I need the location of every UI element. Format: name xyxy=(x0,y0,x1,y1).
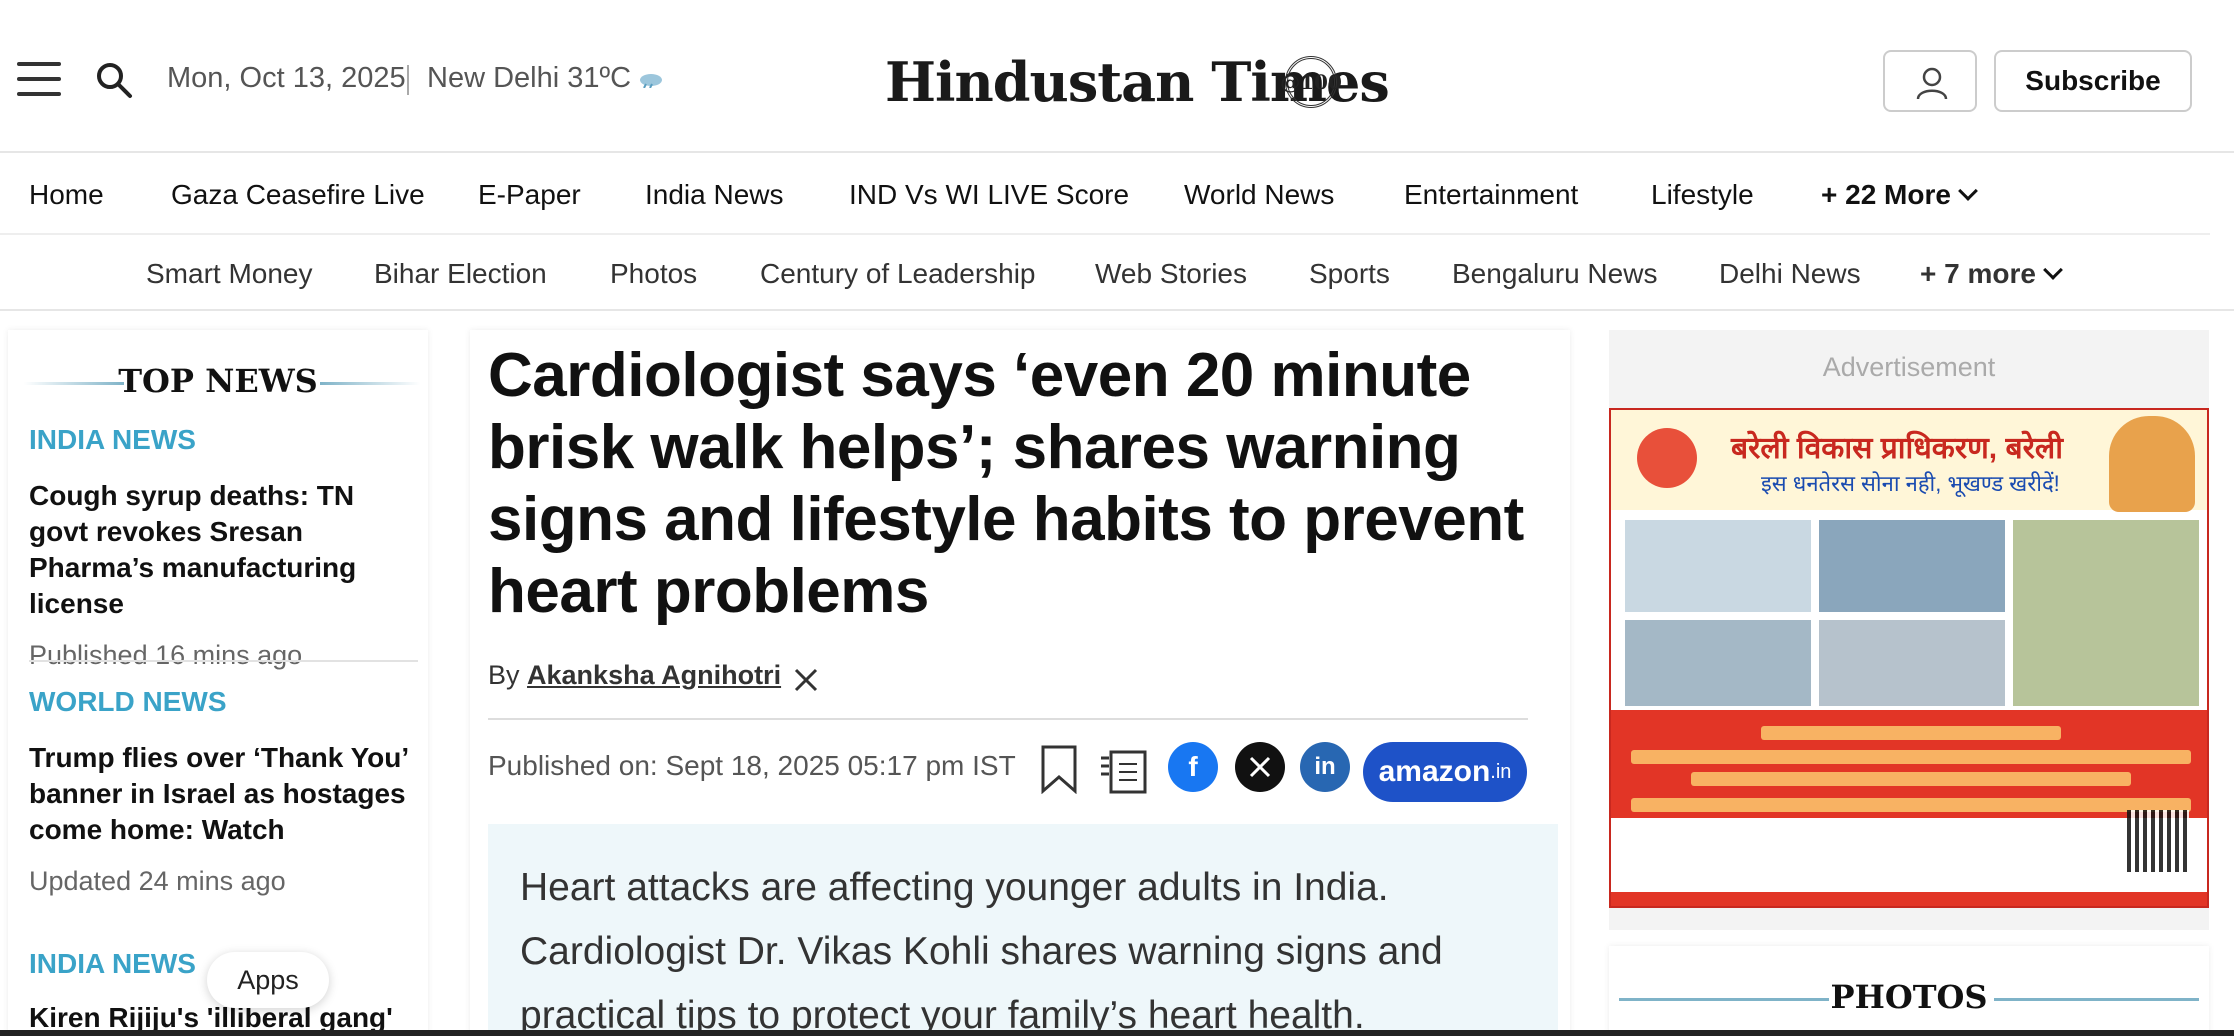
article-byline: By Akanksha Agnihotri xyxy=(488,660,781,691)
nav-item-bihar-election[interactable]: Bihar Election xyxy=(374,258,547,290)
nav-more-dropdown[interactable]: + 22 More xyxy=(1821,179,1978,211)
menu-icon[interactable] xyxy=(17,60,61,98)
nav-item-ind-wi-score[interactable]: IND Vs WI LIVE Score xyxy=(849,179,1129,211)
photos-title: PHOTOS xyxy=(1830,978,1988,1016)
photos-section: PHOTOS xyxy=(1609,946,2209,1036)
amazon-label: amazon xyxy=(1378,755,1491,788)
nav-item-delhi-news[interactable]: Delhi News xyxy=(1719,258,1861,290)
x-twitter-icon[interactable] xyxy=(793,667,819,693)
top-news-sidebar: TOP NEWS INDIA NEWS Cough syrup deaths: … xyxy=(8,330,428,1036)
news-divider xyxy=(29,660,418,662)
ad-photo xyxy=(1817,618,2007,708)
logo-badge: @100 xyxy=(1280,56,1342,108)
x-glyph-icon xyxy=(1249,756,1271,778)
ad-photo xyxy=(1623,518,1813,614)
top-news-title: TOP NEWS xyxy=(118,362,318,400)
news-title[interactable]: Cough syrup deaths: TN govt revokes Sres… xyxy=(29,478,419,622)
amazon-suffix: .in xyxy=(1490,760,1512,783)
nav-item-gaza-ceasefire[interactable]: Gaza Ceasefire Live xyxy=(171,179,425,211)
advertisement-banner[interactable]: बरेली विकास प्राधिकरण, बरेली इस धनतेरस स… xyxy=(1609,408,2209,908)
nav-item-bengaluru-news[interactable]: Bengaluru News xyxy=(1452,258,1657,290)
advertisement-label: Advertisement xyxy=(1822,352,1996,382)
article-summary-box: Heart attacks are affecting younger adul… xyxy=(488,824,1558,1036)
ad-person-image xyxy=(2109,416,2195,512)
nav-item-smart-money[interactable]: Smart Money xyxy=(146,258,313,290)
ad-org-name: बरेली विकास प्राधिकरण, बरेली xyxy=(1731,432,2063,465)
nav-more-secondary-label: + 7 more xyxy=(1920,258,2036,289)
x-share-icon[interactable] xyxy=(1235,742,1285,792)
ad-text-line xyxy=(1631,750,2191,764)
ad-logo-icon xyxy=(1637,428,1697,488)
primary-nav: Home Gaza Ceasefire Live E-Paper India N… xyxy=(0,155,2210,235)
nav-item-photos[interactable]: Photos xyxy=(610,258,697,290)
subscribe-button[interactable]: Subscribe xyxy=(1994,50,2192,112)
ad-qr-code xyxy=(2127,810,2189,872)
window-bottom-edge xyxy=(0,1030,2234,1036)
bookmark-icon[interactable] xyxy=(1040,744,1078,794)
article-main: Cardiologist says ‘even 20 minute brisk … xyxy=(470,330,1570,1036)
ad-text-line xyxy=(1691,772,2131,786)
top-news-header: TOP NEWS xyxy=(8,362,428,402)
nav-item-web-stories[interactable]: Web Stories xyxy=(1095,258,1247,290)
ad-photo xyxy=(1623,618,1813,708)
amazon-button[interactable]: amazon .in xyxy=(1363,742,1527,802)
top-news-item[interactable]: WORLD NEWS Trump flies over ‘Thank You’ … xyxy=(29,686,419,897)
nav-item-lifestyle[interactable]: Lifestyle xyxy=(1651,179,1754,211)
ad-text-line xyxy=(1761,726,2061,740)
author-link[interactable]: Akanksha Agnihotri xyxy=(527,660,781,690)
weather-icon xyxy=(640,74,662,88)
ad-details-area xyxy=(1611,818,2207,892)
news-category[interactable]: INDIA NEWS xyxy=(29,424,419,456)
nav-item-sports[interactable]: Sports xyxy=(1309,258,1390,290)
ad-text-line xyxy=(1631,798,2191,812)
facebook-share-icon[interactable]: f xyxy=(1168,742,1218,792)
ad-photo xyxy=(1817,518,2007,614)
advertisement-panel: Advertisement बरेली विकास प्राधिकरण, बरे… xyxy=(1609,330,2209,930)
secondary-nav: Smart Money Bihar Election Photos Centur… xyxy=(0,237,2234,311)
article-headline: Cardiologist says ‘even 20 minute brisk … xyxy=(488,341,1524,626)
article-divider xyxy=(488,718,1528,720)
nav-item-century-leadership[interactable]: Century of Leadership xyxy=(760,258,1036,290)
nav-item-world-news[interactable]: World News xyxy=(1184,179,1334,211)
byline-prefix: By xyxy=(488,660,520,690)
news-category[interactable]: WORLD NEWS xyxy=(29,686,419,718)
article-summary: Heart attacks are affecting younger adul… xyxy=(520,866,1443,1036)
ad-tagline: इस धनतेरस सोना नही, भूखण्ड खरीदें! xyxy=(1761,471,2060,496)
ad-photo xyxy=(2011,518,2201,708)
ad-promo-band xyxy=(1611,710,2207,906)
linkedin-share-icon[interactable]: in xyxy=(1300,742,1350,792)
nav-item-india-news[interactable]: India News xyxy=(645,179,784,211)
current-date: Mon, Oct 13, 2025 xyxy=(167,62,406,94)
ad-header: बरेली विकास प्राधिकरण, बरेली इस धनतेरस स… xyxy=(1611,410,2207,512)
news-timestamp: Published 16 mins ago xyxy=(29,640,303,670)
apps-button[interactable]: Apps xyxy=(207,952,329,1008)
nav-item-home[interactable]: Home xyxy=(29,179,104,211)
news-timestamp: Updated 24 mins ago xyxy=(29,866,286,896)
news-title[interactable]: Trump flies over ‘Thank You’ banner in I… xyxy=(29,740,419,848)
user-account-button[interactable] xyxy=(1883,50,1977,112)
nav-more-secondary-dropdown[interactable]: + 7 more xyxy=(1920,258,2063,290)
photos-header: PHOTOS xyxy=(1609,978,2209,1018)
chevron-down-icon xyxy=(2043,260,2063,280)
weather-text: New Delhi 31ºC xyxy=(427,62,632,94)
nav-item-epaper[interactable]: E-Paper xyxy=(478,179,581,211)
search-icon[interactable] xyxy=(94,60,134,100)
chevron-down-icon xyxy=(1958,181,1978,201)
nav-more-label: + 22 More xyxy=(1821,179,1951,210)
top-news-item[interactable]: INDIA NEWS Cough syrup deaths: TN govt r… xyxy=(29,424,419,671)
published-date: Published on: Sept 18, 2025 05:17 pm IST xyxy=(488,750,1016,781)
site-header: Mon, Oct 13, 2025 New Delhi 31ºC Hindust… xyxy=(0,0,2234,153)
user-icon xyxy=(1916,67,1948,100)
nav-item-entertainment[interactable]: Entertainment xyxy=(1404,179,1578,211)
copy-link-icon[interactable] xyxy=(1097,744,1151,796)
header-separator xyxy=(407,65,409,95)
